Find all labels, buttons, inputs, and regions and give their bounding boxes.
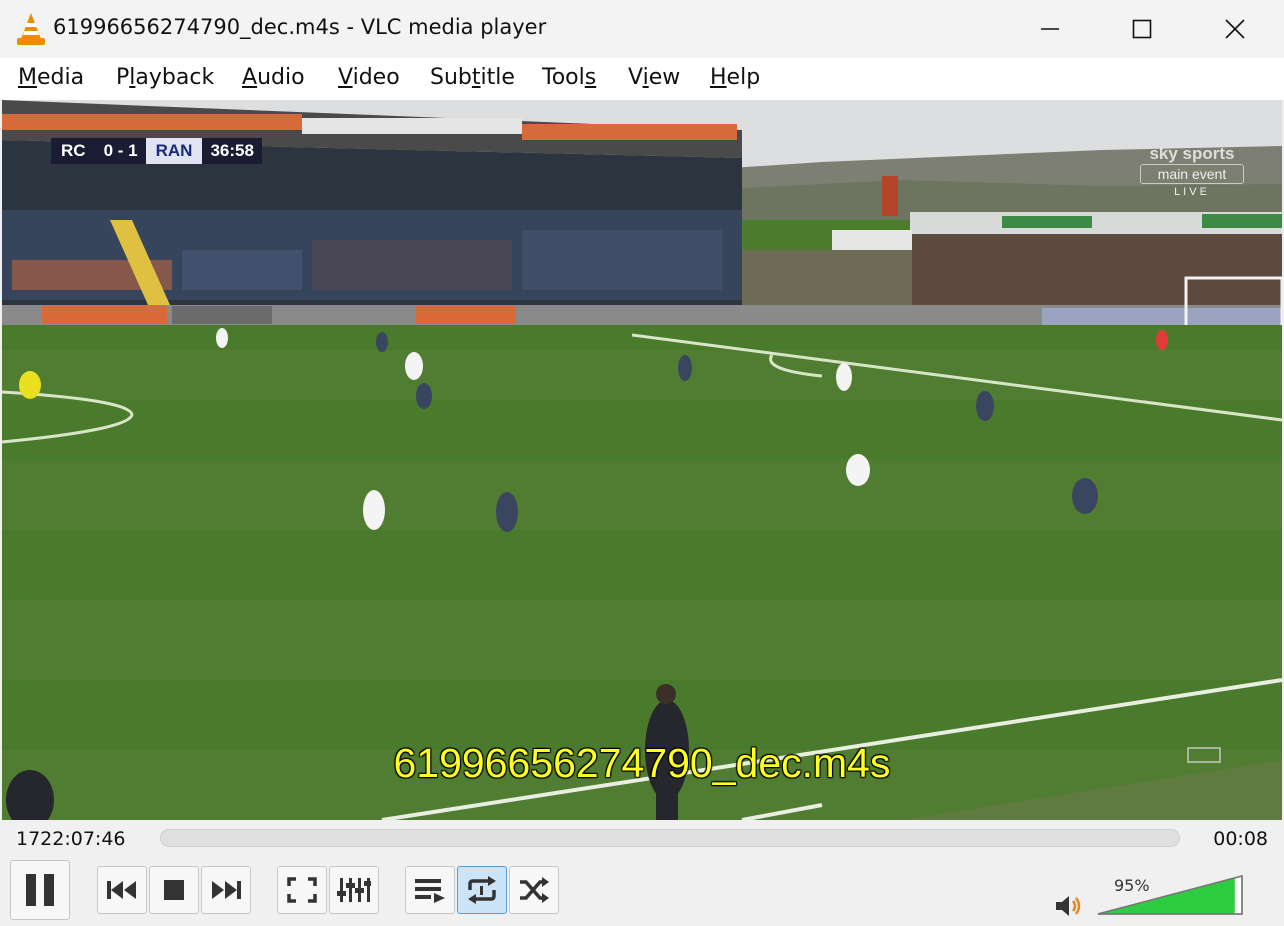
video-output[interactable]: RC 0 - 1 RAN 36:58 sky sports main event… <box>2 100 1282 820</box>
equalizer-icon <box>337 878 371 902</box>
video-frame <box>2 100 1282 820</box>
speaker-icon[interactable] <box>1054 893 1086 919</box>
menu-video[interactable]: Video <box>338 65 400 90</box>
window-title: 61996656274790_dec.m4s - VLC media playe… <box>53 15 547 39</box>
broadcaster-line1: sky sports <box>1149 144 1235 163</box>
playlist-button[interactable] <box>405 866 455 914</box>
random-button[interactable] <box>509 866 559 914</box>
broadcaster-live: LIVE <box>1174 186 1210 198</box>
pause-button[interactable] <box>10 860 70 920</box>
extended-settings-button[interactable] <box>329 866 379 914</box>
menu-audio[interactable]: Audio <box>242 65 305 90</box>
broadcaster-line2: main event <box>1140 164 1244 184</box>
minimize-button[interactable] <box>1004 0 1096 58</box>
scorebug-clock: 36:58 <box>202 138 262 164</box>
minimize-icon <box>1041 28 1059 30</box>
menu-bar: Media Playback Audio Video Subtitle Tool… <box>0 58 1284 101</box>
previous-button[interactable] <box>97 866 147 914</box>
menu-subtitle[interactable]: Subtitle <box>430 65 515 90</box>
maximize-button[interactable] <box>1096 0 1188 58</box>
scorebug-score: 0 - 1 <box>95 138 146 164</box>
title-bar: 61996656274790_dec.m4s - VLC media playe… <box>0 0 1284 58</box>
stop-button[interactable] <box>149 866 199 914</box>
menu-tools[interactable]: Tools <box>542 65 596 90</box>
osd-filename: 61996656274790_dec.m4s <box>393 740 891 786</box>
fullscreen-icon <box>287 877 317 903</box>
volume-slider[interactable] <box>1096 872 1246 918</box>
broadcaster-logo: sky sports main event LIVE <box>1140 145 1244 200</box>
seek-slider[interactable] <box>160 829 1180 847</box>
menu-media[interactable]: Media <box>18 65 84 90</box>
previous-icon <box>107 881 136 899</box>
close-button[interactable] <box>1189 0 1281 58</box>
next-icon <box>212 881 241 899</box>
pause-icon <box>26 874 54 906</box>
seek-row: 1722:07:46 00:08 <box>0 820 1284 856</box>
maximize-icon <box>1132 19 1152 39</box>
scorebug-away-team: RAN <box>145 138 203 164</box>
playlist-icon <box>415 879 445 903</box>
shuffle-icon <box>520 877 549 903</box>
scorebug: RC 0 - 1 RAN 36:58 <box>51 138 262 164</box>
vlc-window: 61996656274790_dec.m4s - VLC media playe… <box>0 0 1284 926</box>
controls-bar <box>0 856 1284 926</box>
vlc-cone-icon <box>17 13 45 45</box>
next-button[interactable] <box>201 866 251 914</box>
loop-icon <box>468 876 496 904</box>
menu-help[interactable]: Help <box>710 65 760 90</box>
elapsed-time[interactable]: 1722:07:46 <box>16 828 126 850</box>
loop-button[interactable] <box>457 866 507 914</box>
stop-icon <box>164 880 184 900</box>
total-time[interactable]: 00:08 <box>1213 828 1268 850</box>
close-icon <box>1225 19 1245 39</box>
menu-playback[interactable]: Playback <box>116 65 214 90</box>
menu-view[interactable]: View <box>628 65 680 90</box>
scorebug-home-team: RC <box>51 138 96 164</box>
fullscreen-button[interactable] <box>277 866 327 914</box>
